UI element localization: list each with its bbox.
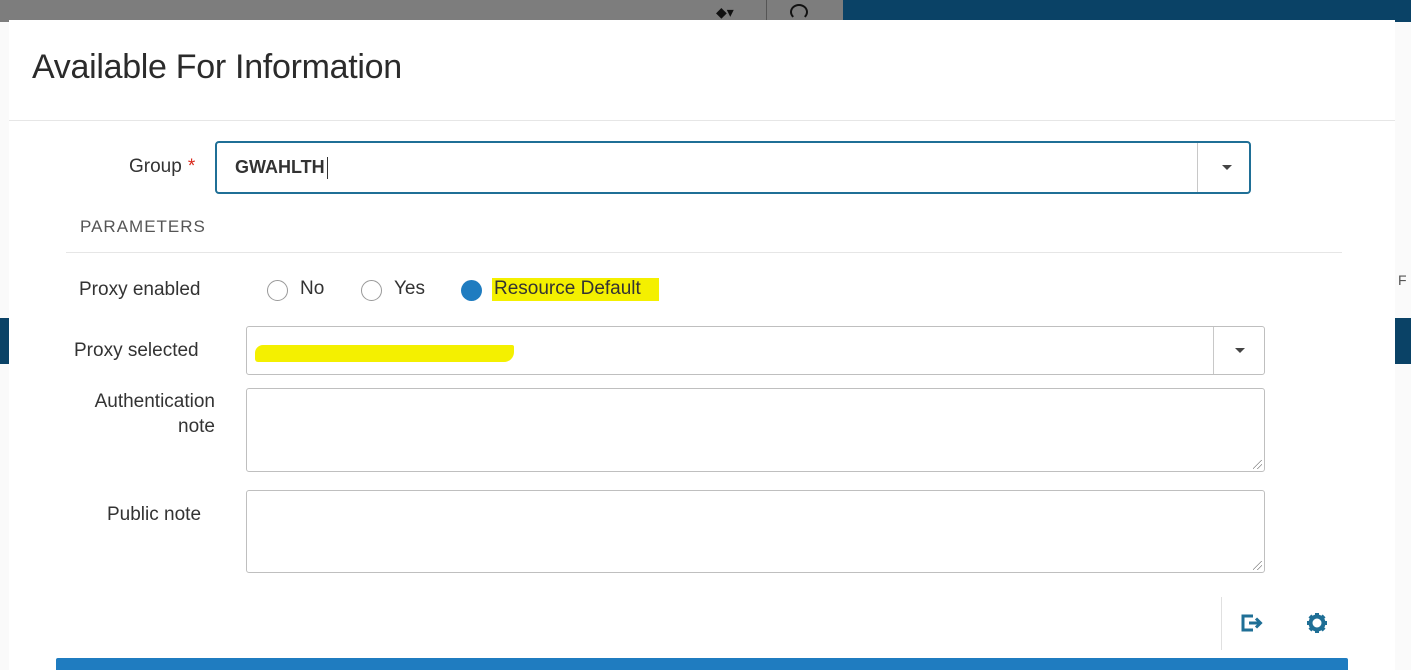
parameters-section-title: PARAMETERS <box>80 217 206 236</box>
background-right-bar <box>1395 318 1411 364</box>
group-select-divider <box>1197 143 1198 192</box>
background-layers-icon: ◆▾ <box>716 4 734 20</box>
authentication-note-textarea[interactable] <box>246 388 1265 472</box>
public-note-textarea[interactable] <box>246 490 1265 573</box>
resize-handle-icon[interactable] <box>1253 561 1262 570</box>
highlighted-text: Resource Default <box>492 278 659 301</box>
group-input[interactable]: GWAHLTH <box>235 157 328 180</box>
proxy-selected-label: Proxy selected <box>74 340 199 361</box>
text-cursor <box>326 157 328 180</box>
group-label: Group * <box>129 156 195 178</box>
modal-header: Available For Information <box>9 20 1395 121</box>
authentication-note-label-line1: Authentication <box>94 391 215 412</box>
sign-out-icon[interactable] <box>1238 610 1264 636</box>
section-divider <box>66 252 1342 253</box>
modal-title: Available For Information <box>32 48 402 86</box>
proxy-selected-select[interactable] <box>246 326 1265 375</box>
proxy-enabled-label: Proxy enabled <box>79 279 201 300</box>
authentication-note-label: Authentication note <box>64 389 215 439</box>
radio-resource-default-label[interactable]: Resource Default <box>492 278 659 301</box>
radio-no-label[interactable]: No <box>300 278 324 300</box>
radio-yes-label[interactable]: Yes <box>394 278 425 300</box>
gear-icon[interactable] <box>1304 610 1330 636</box>
bottom-action-bar <box>56 658 1348 670</box>
chevron-down-icon[interactable] <box>1222 165 1232 170</box>
highlighter-mark <box>255 345 514 362</box>
footer-divider <box>1221 597 1222 650</box>
background-divider <box>766 0 767 22</box>
background-left-bar <box>0 318 9 364</box>
background-search-icon <box>790 4 808 20</box>
group-select[interactable]: GWAHLTH <box>215 141 1251 194</box>
modal-dialog: Available For Information Group * GWAHLTH… <box>9 20 1395 670</box>
proxy-select-divider <box>1213 327 1214 374</box>
radio-no[interactable] <box>267 280 288 301</box>
radio-resource-default[interactable] <box>461 280 482 301</box>
resize-handle-icon[interactable] <box>1253 460 1262 469</box>
group-value: GWAHLTH <box>235 157 325 177</box>
group-label-text: Group <box>129 156 182 177</box>
public-note-label: Public note <box>107 504 202 525</box>
authentication-note-label-line2: note <box>178 416 215 437</box>
required-mark: * <box>187 156 196 177</box>
background-letter: F <box>1398 272 1407 288</box>
radio-yes[interactable] <box>361 280 382 301</box>
chevron-down-icon[interactable] <box>1235 348 1245 353</box>
background-header-dark <box>843 0 1411 22</box>
